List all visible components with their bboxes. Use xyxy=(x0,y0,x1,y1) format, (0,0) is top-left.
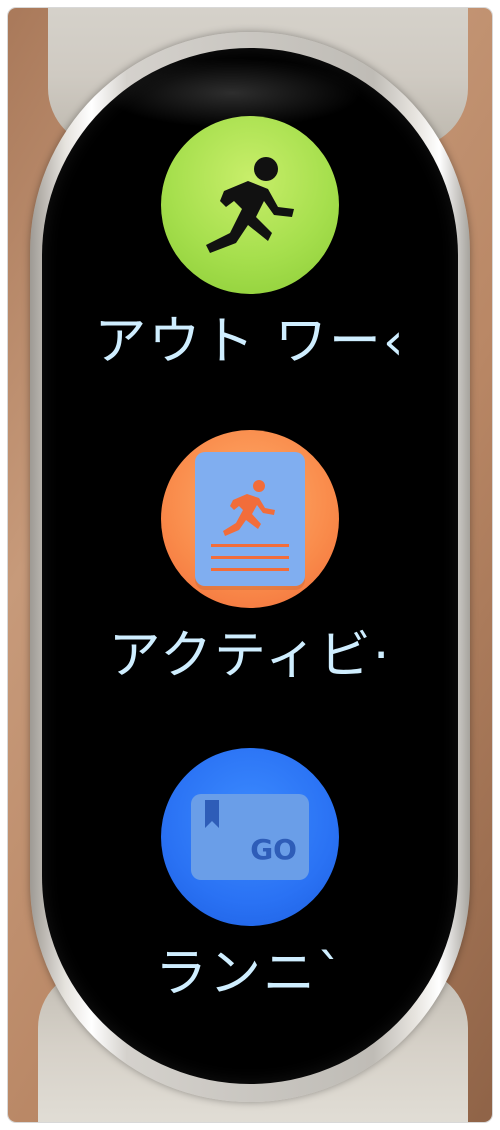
outdoor-workout-label: アウト ワー‹ xyxy=(94,312,406,372)
running-label: ランニ` xyxy=(154,944,345,1004)
activity-label: アクティビ· xyxy=(108,626,392,686)
watch-screen: アウト ワー‹ アクティビ· GO ランニ` xyxy=(42,48,458,1084)
app-item-running[interactable]: GO ランニ` xyxy=(42,748,458,1004)
photo: アウト ワー‹ アクティビ· GO ランニ` xyxy=(0,0,500,1130)
app-item-outdoor-workout[interactable]: アウト ワー‹ xyxy=(42,116,458,372)
go-text: GO xyxy=(250,833,297,866)
photo-frame: アウト ワー‹ アクティビ· GO ランニ` xyxy=(8,8,492,1122)
activity-app-button[interactable] xyxy=(161,430,339,608)
bookmark-go-card-icon: GO xyxy=(191,794,309,880)
outdoor-workout-app-button[interactable] xyxy=(161,116,339,294)
activity-record-icon xyxy=(195,452,305,586)
app-item-activity[interactable]: アクティビ· xyxy=(42,430,458,686)
activity-runner-icon xyxy=(211,480,289,571)
running-app-button[interactable]: GO xyxy=(161,748,339,926)
running-figure-icon xyxy=(206,157,294,253)
